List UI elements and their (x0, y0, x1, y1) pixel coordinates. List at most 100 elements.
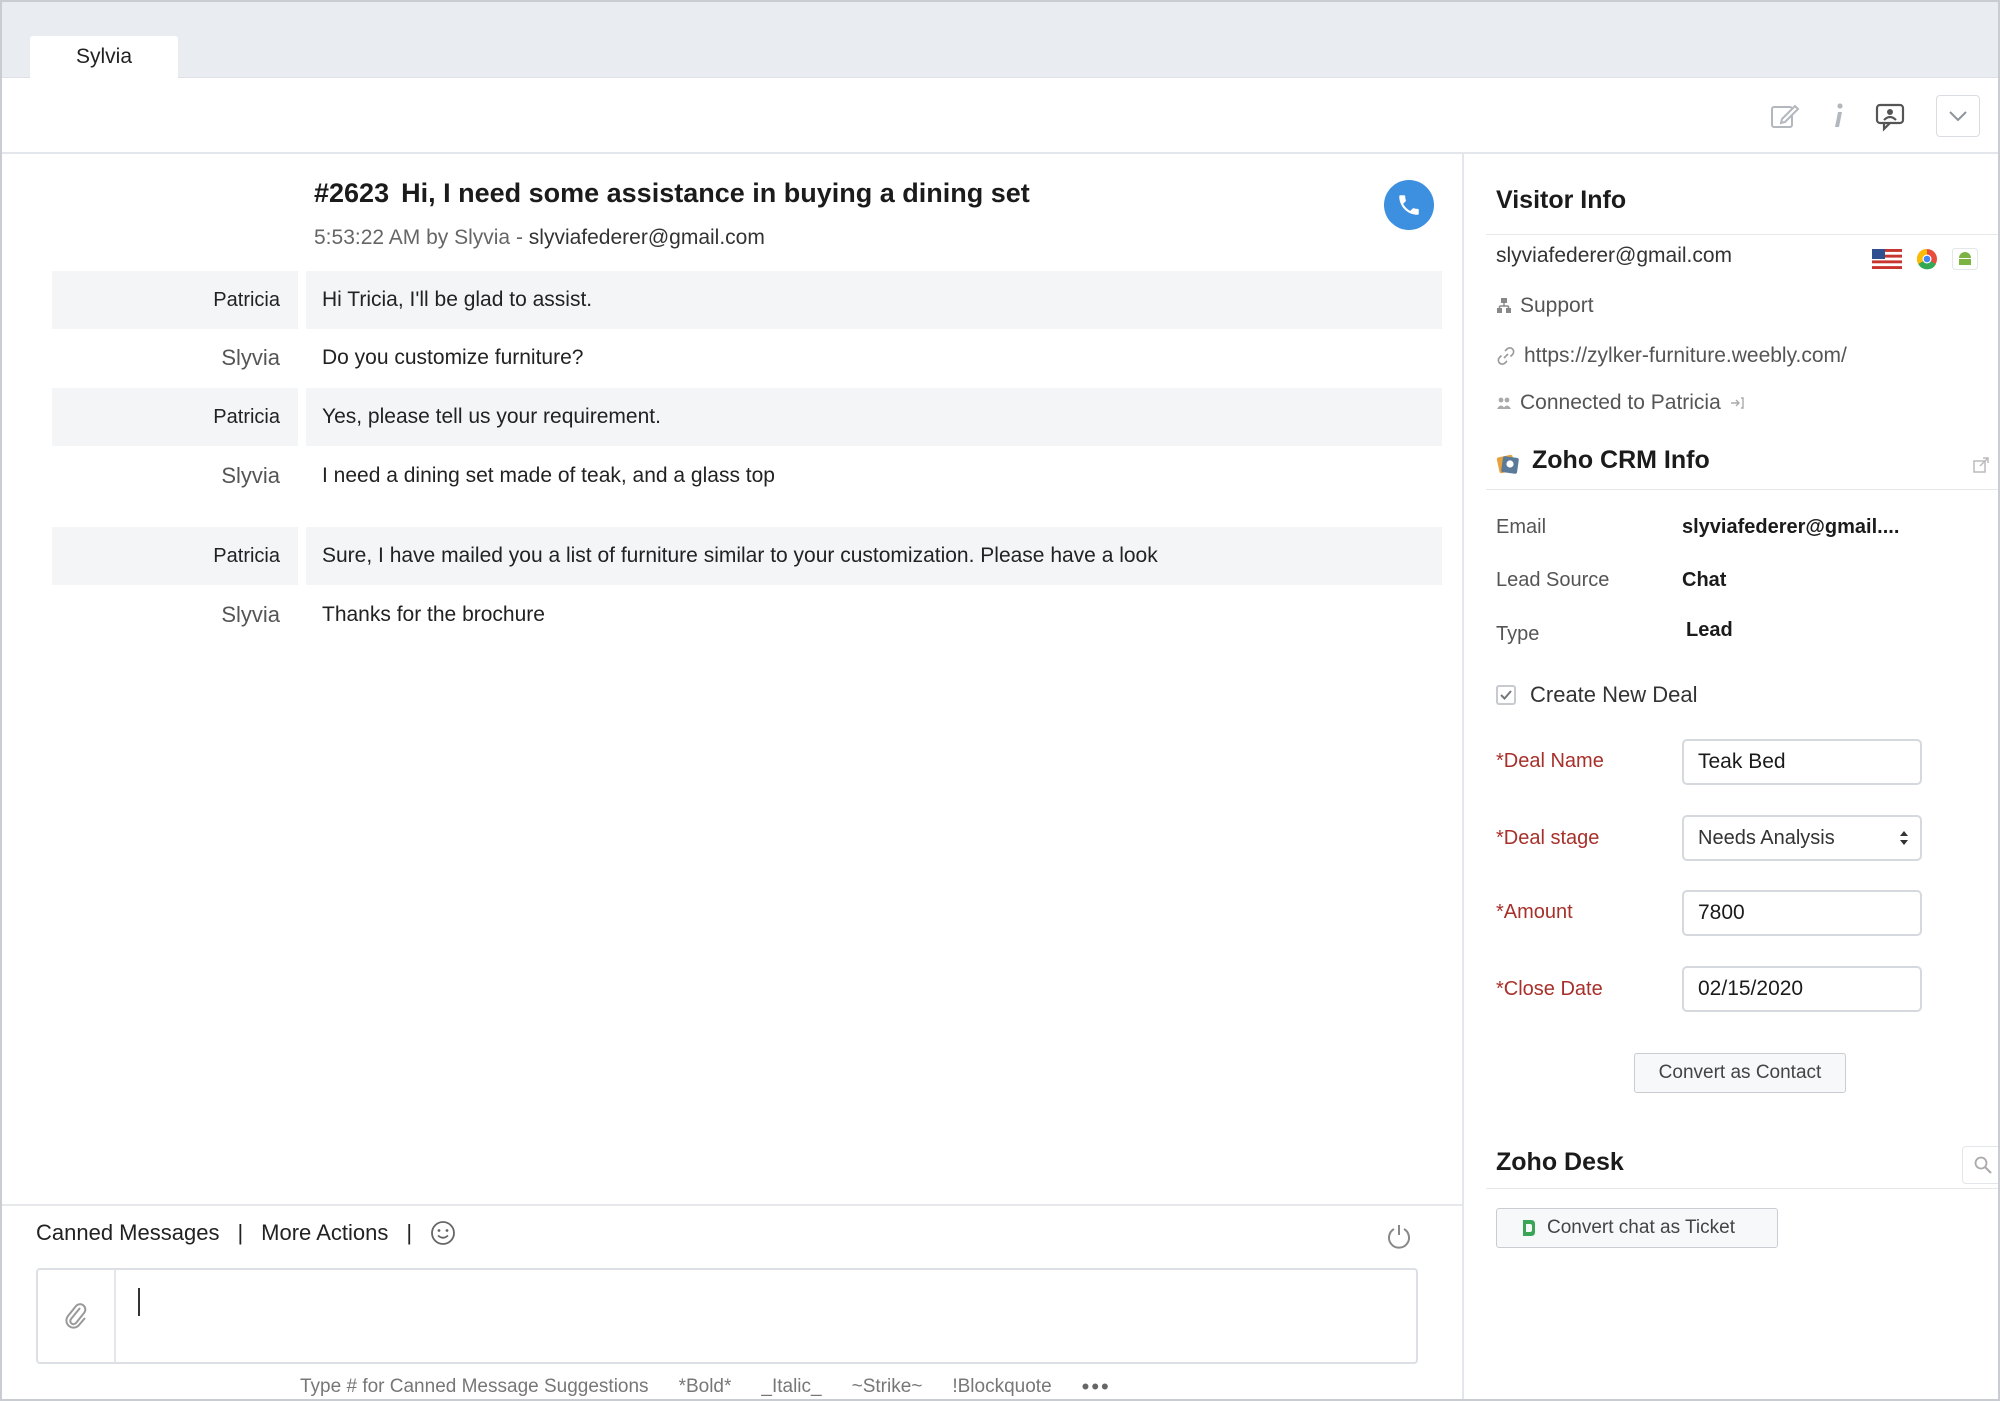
divider (1486, 489, 1998, 490)
crm-type-label: Type (1496, 623, 1540, 645)
text-cursor (138, 1288, 140, 1316)
message-sender: Patricia (52, 271, 298, 329)
zoho-crm-icon (1496, 452, 1520, 481)
call-button[interactable] (1384, 180, 1434, 230)
deal-stage-value: Needs Analysis (1698, 826, 1835, 849)
amount-input[interactable]: 7800 (1682, 890, 1922, 936)
paperclip-icon (65, 1303, 87, 1329)
message-text: I need a dining set made of teak, and a … (322, 464, 775, 487)
message-sender: Slyvia (221, 345, 280, 370)
formatting-hints: Type # for Canned Message Suggestions *B… (300, 1374, 1111, 1399)
attachment-button[interactable] (38, 1270, 116, 1362)
join-icon[interactable] (1729, 395, 1745, 411)
chat-area: #2623 Hi, I need some assistance in buyin… (2, 154, 1462, 1204)
visitor-url[interactable]: https://zylker-furniture.weebly.com/ (1496, 344, 1847, 368)
create-new-deal-checkbox[interactable]: Create New Deal (1496, 682, 1698, 708)
message-text: Do you customize furniture? (322, 346, 584, 369)
checkbox-box[interactable] (1496, 685, 1516, 705)
message-composer: Canned Messages | More Actions | Type # … (2, 1204, 1462, 1399)
external-link-icon[interactable] (1972, 456, 1990, 479)
message-text: Thanks for the brochure (322, 603, 545, 626)
us-flag-icon (1872, 249, 1902, 269)
check-icon (1500, 690, 1512, 700)
crm-email-value: slyviafederer@gmail.... (1682, 516, 1900, 538)
desk-search-button[interactable] (1962, 1146, 1998, 1184)
agents-icon (1497, 397, 1511, 409)
deal-name-label: *Deal Name (1496, 750, 1604, 772)
convert-chat-as-ticket-button[interactable]: Convert chat as Ticket (1496, 1208, 1778, 1248)
create-new-deal-label: Create New Deal (1530, 682, 1698, 707)
deal-stage-select[interactable]: Needs Analysis (1682, 815, 1922, 861)
message-sender: Slyvia (221, 602, 280, 627)
separator: | (406, 1220, 413, 1245)
hint-strike: ~Strike~ (851, 1376, 923, 1397)
hint-bold: *Bold* (678, 1376, 732, 1397)
close-date-input[interactable]: 02/15/2020 (1682, 966, 1922, 1012)
crm-lead-source-value: Chat (1682, 569, 1727, 591)
message-row: Slyvia I need a dining set made of teak,… (52, 447, 1442, 505)
search-icon (1974, 1156, 1992, 1174)
message-sender: Patricia (52, 527, 298, 585)
message-row: Slyvia Do you customize furniture? (52, 329, 1442, 387)
chevron-down-icon (1949, 111, 1967, 122)
message-row: Slyvia Thanks for the brochure (52, 586, 1442, 644)
message-row: Patricia Sure, I have mailed you a list … (52, 527, 1442, 585)
divider (1486, 234, 1998, 235)
visitor-department: Support (1496, 294, 1594, 318)
crm-email-label: Email (1496, 516, 1547, 538)
hint-blockquote: !Blockquote (952, 1376, 1052, 1397)
app-window: Sylvia #2623 Hi, I need some assistance i… (0, 0, 2000, 1401)
message-text: Yes, please tell us your requirement. (306, 388, 1442, 446)
separator: | (237, 1220, 244, 1245)
more-formatting-icon[interactable]: ••• (1082, 1374, 1111, 1399)
ticket-number: #2623 (314, 178, 390, 208)
link-icon (1497, 347, 1515, 365)
hint-canned: Type # for Canned Message Suggestions (300, 1376, 649, 1397)
canned-messages-link[interactable]: Canned Messages (36, 1220, 219, 1246)
select-arrows-icon (1900, 831, 1908, 845)
toolbar-dropdown-button[interactable] (1936, 95, 1980, 137)
hint-italic: _Italic_ (761, 1376, 822, 1397)
message-text: Hi Tricia, I'll be glad to assist. (306, 271, 1442, 329)
right-sidebar: Visitor Info slyviafederer@gmail.com Sup… (1462, 154, 1998, 1399)
deal-name-input[interactable]: Teak Bed (1682, 739, 1922, 785)
power-icon[interactable] (1385, 1222, 1413, 1255)
ticket-email: slyviafederer@gmail.com (528, 226, 765, 249)
crm-type-value[interactable]: Lead (1686, 619, 1733, 642)
message-input[interactable] (36, 1268, 1418, 1364)
divider (1486, 1188, 1998, 1189)
visitor-email: slyviafederer@gmail.com (1496, 244, 1733, 267)
chat-toolbar (2, 78, 1998, 154)
chrome-icon (1916, 248, 1937, 270)
message-row: Patricia Hi Tricia, I'll be glad to assi… (52, 271, 1442, 329)
amount-label: *Amount (1496, 901, 1573, 923)
crm-lead-source-label: Lead Source (1496, 569, 1610, 591)
more-actions-link[interactable]: More Actions (261, 1220, 388, 1246)
message-sender: Slyvia (221, 463, 280, 488)
message-row: Patricia Yes, please tell us your requir… (52, 388, 1442, 446)
info-icon[interactable] (1818, 96, 1858, 136)
ticket-title: #2623 Hi, I need some assistance in buyin… (314, 178, 1030, 209)
message-text: Sure, I have mailed you a list of furnit… (306, 527, 1442, 585)
zoho-desk-icon (1523, 1220, 1535, 1236)
edit-icon[interactable] (1764, 96, 1804, 136)
department-icon (1497, 298, 1511, 313)
phone-icon (1399, 195, 1419, 215)
visitor-connected: Connected to Patricia (1496, 391, 1753, 415)
deal-stage-label: *Deal stage (1496, 827, 1600, 849)
message-sender: Patricia (52, 388, 298, 446)
android-icon (1952, 248, 1978, 270)
visitor-badges (1872, 248, 1978, 270)
ticket-meta: 5:53:22 AM by Slyvia - slyviafederer@gma… (314, 226, 765, 250)
visitor-info-title: Visitor Info (1496, 186, 1627, 214)
crm-info-title: Zoho CRM Info (1532, 446, 1710, 474)
convert-as-contact-button[interactable]: Convert as Contact (1634, 1053, 1846, 1093)
ticket-time: 5:53:22 AM by Slyvia - (314, 226, 523, 249)
chat-transcript-icon[interactable] (1870, 96, 1910, 136)
composer-actions: Canned Messages | More Actions | (36, 1220, 456, 1246)
zoho-desk-title: Zoho Desk (1496, 1148, 1624, 1176)
close-date-label: *Close Date (1496, 978, 1603, 1000)
ticket-subject: Hi, I need some assistance in buying a d… (401, 178, 1030, 208)
emoji-icon[interactable] (430, 1220, 456, 1246)
tab-sylvia[interactable]: Sylvia (30, 36, 178, 78)
